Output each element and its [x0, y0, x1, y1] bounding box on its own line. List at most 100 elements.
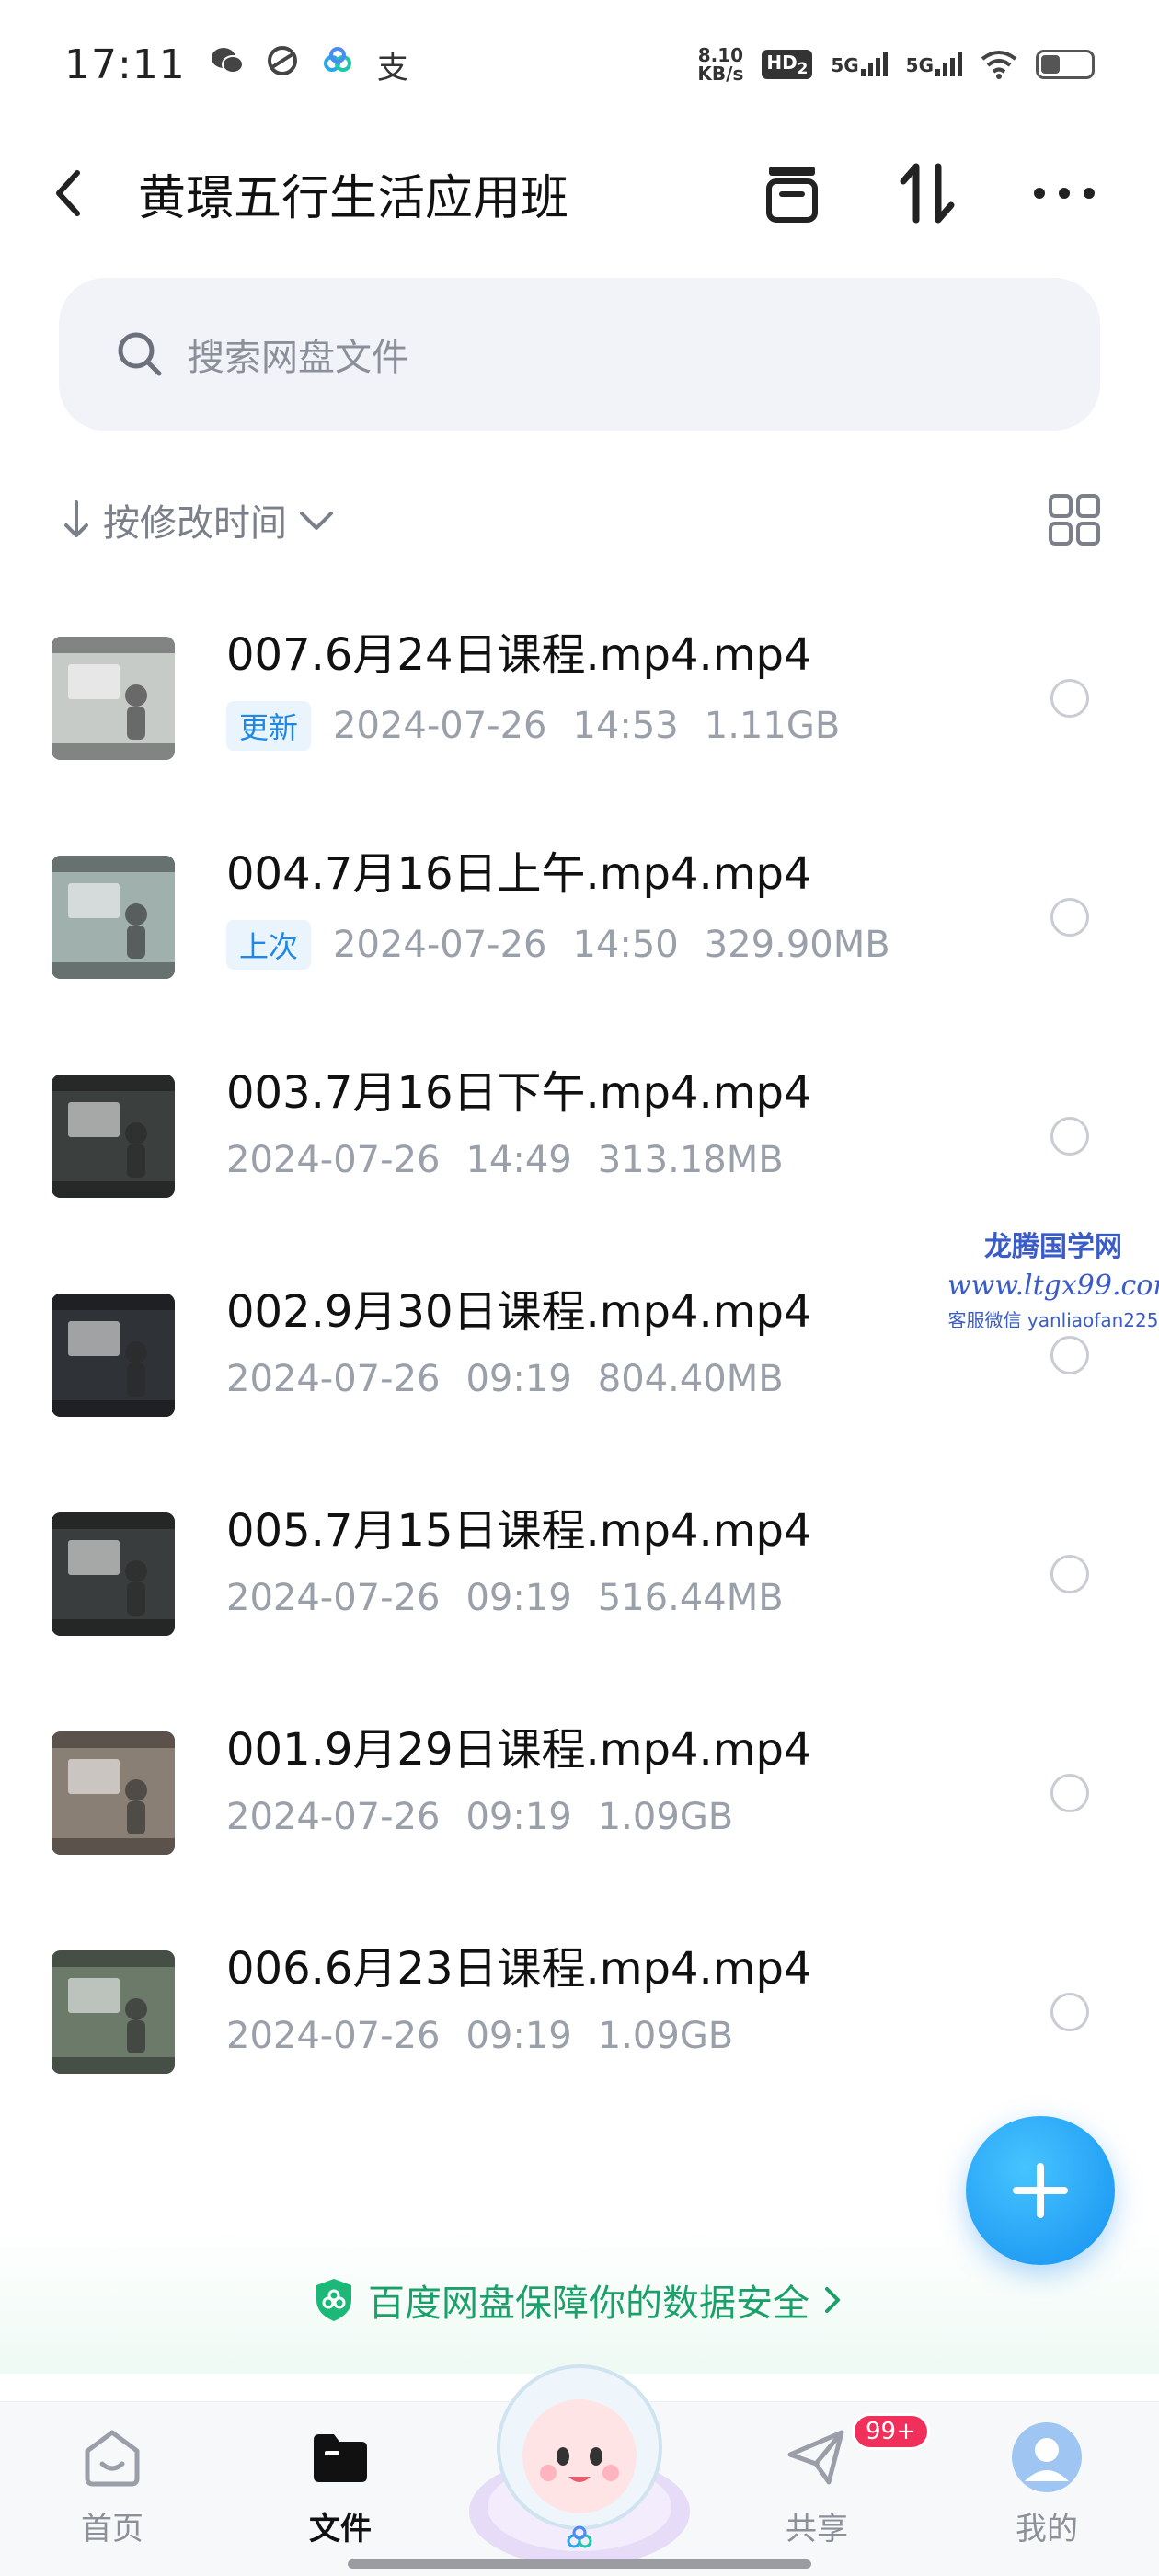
battery-icon	[1036, 50, 1095, 79]
file-date: 2024-07-26	[226, 1577, 441, 1619]
select-checkbox[interactable]	[1050, 679, 1089, 718]
file-info: 006.6月23日课程.mp4.mp4 2024-07-26 09:19 1.09GB	[226, 1932, 812, 2057]
file-name: 001.9月29日课程.mp4.mp4	[226, 1724, 812, 1776]
status-badge: 上次	[226, 920, 312, 970]
file-row[interactable]: 001.9月29日课程.mp4.mp4 2024-07-26 09:19 1.09GB	[0, 1684, 1159, 1903]
select-checkbox[interactable]	[1050, 1117, 1089, 1156]
select-checkbox[interactable]	[1050, 898, 1089, 937]
baidu-cloud-icon	[320, 45, 355, 85]
file-meta: 2024-07-26 14:49 313.18MB	[226, 1139, 812, 1181]
back-button[interactable]	[52, 156, 98, 230]
sort-arrows-icon	[900, 163, 955, 224]
nav-files[interactable]: 文件	[276, 2421, 405, 2548]
file-meta: 2024-07-26 09:19 516.44MB	[226, 1577, 812, 1619]
network-speed: 8.10 KB/s	[697, 44, 744, 85]
nav-share[interactable]: 99+ 共享	[752, 2413, 930, 2548]
file-name: 002.9月30日课程.mp4.mp4	[226, 1286, 812, 1338]
file-size: 1.09GB	[597, 2015, 734, 2057]
status-badge: 更新	[226, 701, 312, 751]
select-checkbox[interactable]	[1050, 1993, 1089, 2031]
nav-me[interactable]: 我的	[982, 2421, 1111, 2548]
status-indicators: 8.10 KB/s HD2 5G 5G	[697, 46, 1095, 83]
file-name: 007.6月24日课程.mp4.mp4	[226, 629, 812, 681]
file-size: 516.44MB	[597, 1577, 784, 1619]
file-meta: 2024-07-26 09:19 1.09GB	[226, 2015, 812, 2057]
avatar	[1010, 2421, 1084, 2494]
file-row[interactable]: 003.7月16日下午.mp4.mp4 2024-07-26 14:49 313.18…	[0, 1027, 1159, 1246]
watermark-contact: 客服微信 yanliaofan225	[947, 1309, 1159, 1331]
file-meta: 2024-07-26 09:19 804.40MB	[226, 1358, 812, 1400]
watermark-url: www.ltgx99.com	[947, 1270, 1159, 1302]
file-time: 14:53	[572, 705, 679, 747]
file-meta: 上次 2024-07-26 14:50 329.90MB	[226, 920, 890, 970]
wechat-icon	[210, 45, 245, 85]
file-time: 14:49	[465, 1139, 572, 1181]
hd-icon: HD2	[762, 50, 813, 79]
folder-icon	[304, 2421, 377, 2494]
more-button[interactable]	[1032, 161, 1096, 225]
file-info: 001.9月29日课程.mp4.mp4 2024-07-26 09:19 1.09GB	[226, 1713, 812, 1838]
status-bar: 17:11 支 8.10 KB/s HD2 5G 5G	[0, 0, 1159, 129]
page-title: 黄璟五行生活应用班	[138, 170, 569, 226]
nav-files-label: 文件	[309, 2511, 372, 2547]
chevron-right-icon	[825, 2287, 840, 2313]
file-time: 14:50	[572, 924, 679, 966]
file-size: 804.40MB	[597, 1358, 784, 1400]
video-thumbnail	[52, 637, 175, 760]
video-thumbnail	[52, 856, 175, 979]
plus-icon	[1013, 2163, 1068, 2218]
video-thumbnail	[52, 1731, 175, 1855]
security-text: 百度网盘保障你的数据安全	[368, 2283, 809, 2325]
alipay-icon: 支	[376, 49, 408, 86]
file-name: 005.7月15日课程.mp4.mp4	[226, 1505, 812, 1557]
search-icon	[118, 332, 162, 376]
file-info: 003.7月16日下午.mp4.mp4 2024-07-26 14:49 313.18…	[226, 1056, 812, 1181]
file-date: 2024-07-26	[333, 924, 547, 966]
wifi-icon	[981, 51, 1017, 79]
select-checkbox[interactable]	[1050, 1774, 1089, 1812]
nav-home[interactable]: 首页	[48, 2421, 177, 2548]
video-thumbnail	[52, 1294, 175, 1417]
status-time: 17:11	[64, 40, 186, 88]
file-date: 2024-07-26	[226, 1139, 441, 1181]
file-row[interactable]: 006.6月23日课程.mp4.mp4 2024-07-26 09:19 1.09GB	[0, 1903, 1159, 2122]
file-row[interactable]: 004.7月16日上午.mp4.mp4 上次 2024-07-26 14:50 329.…	[0, 808, 1159, 1027]
nav-me-label: 我的	[1016, 2511, 1078, 2547]
mascot-assistant-icon[interactable]	[460, 2337, 699, 2576]
paper-plane-icon: 99+	[780, 2413, 930, 2494]
file-size: 1.09GB	[597, 1796, 734, 1838]
home-indicator[interactable]	[348, 2559, 811, 2569]
file-meta: 2024-07-26 09:19 1.09GB	[226, 1796, 812, 1838]
video-thumbnail	[52, 1950, 175, 2074]
select-checkbox[interactable]	[1050, 1336, 1089, 1374]
file-name: 003.7月16日下午.mp4.mp4	[226, 1067, 812, 1119]
search-placeholder: 搜索网盘文件	[188, 337, 408, 379]
chevron-down-icon[interactable]	[296, 506, 337, 534]
file-row[interactable]: 005.7月15日课程.mp4.mp4 2024-07-26 09:19 516.44…	[0, 1465, 1159, 1684]
arrow-down-icon	[64, 500, 88, 537]
sort-button[interactable]	[896, 161, 960, 225]
more-dots-icon	[1034, 188, 1095, 199]
file-time: 09:19	[465, 1796, 572, 1838]
video-thumbnail	[52, 1075, 175, 1198]
app-icon	[265, 45, 300, 85]
file-size: 313.18MB	[597, 1139, 784, 1181]
file-meta: 更新 2024-07-26 14:53 1.11GB	[226, 701, 840, 751]
grid-view-icon[interactable]	[1047, 492, 1102, 547]
archive-button[interactable]	[760, 161, 824, 225]
file-name: 004.7月16日上午.mp4.mp4	[226, 848, 812, 900]
file-row[interactable]: 007.6月24日课程.mp4.mp4 更新 2024-07-26 14:53 1.11…	[0, 589, 1159, 808]
file-date: 2024-07-26	[226, 1796, 441, 1838]
file-date: 2024-07-26	[226, 2015, 441, 2057]
shield-icon	[316, 2279, 351, 2321]
file-date: 2024-07-26	[226, 1358, 441, 1400]
file-info: 004.7月16日上午.mp4.mp4 上次 2024-07-26 14:50 329.…	[226, 837, 890, 970]
sort-dropdown[interactable]: 按修改时间	[103, 493, 287, 546]
file-date: 2024-07-26	[333, 705, 547, 747]
signal-2-icon: 5G	[906, 52, 962, 76]
search-input[interactable]: 搜索网盘文件	[59, 278, 1100, 431]
add-button[interactable]	[966, 2116, 1115, 2265]
header-actions	[760, 161, 1107, 225]
watermark-title: 龙腾国学网	[984, 1231, 1122, 1263]
select-checkbox[interactable]	[1050, 1555, 1089, 1593]
